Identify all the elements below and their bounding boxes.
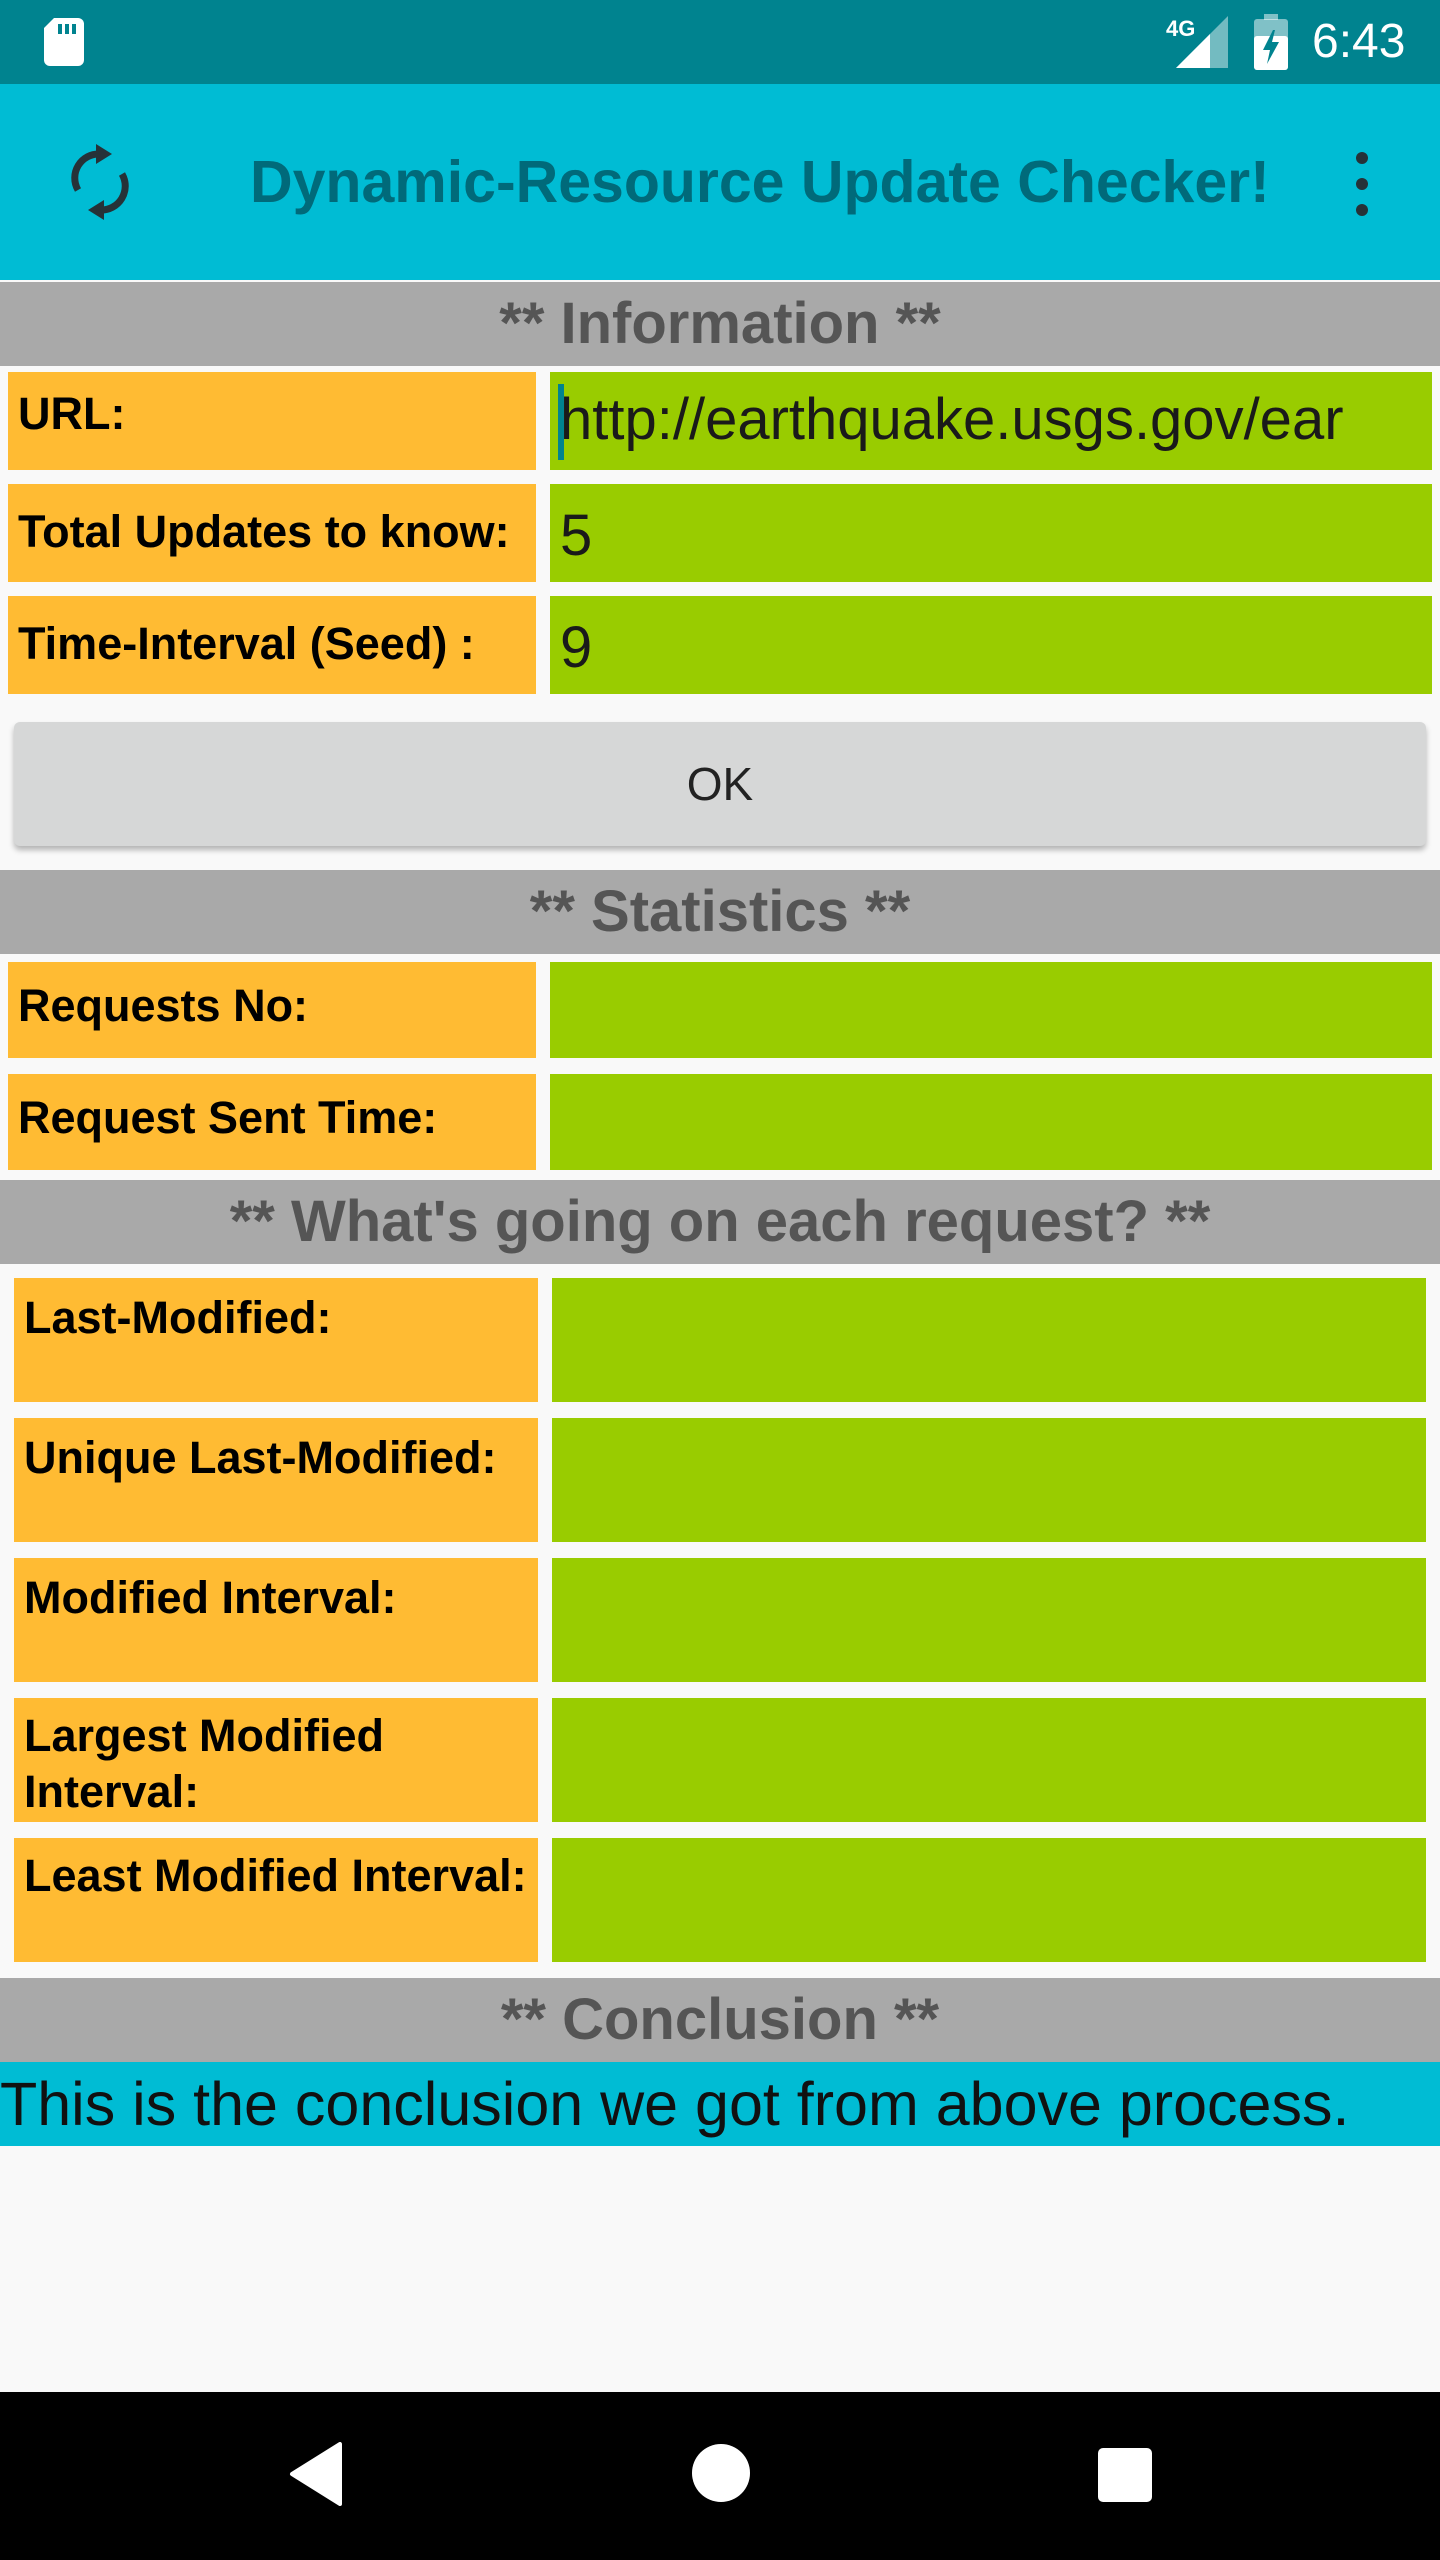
modified-interval-label: Modified Interval: — [14, 1558, 538, 1682]
least-modified-interval-value — [552, 1838, 1426, 1962]
largest-modified-interval-label: Largest Modified Interval: — [14, 1698, 538, 1822]
each-request-header: ** What's going on each request? ** — [0, 1180, 1440, 1264]
url-input[interactable]: http://earthquake.usgs.gov/ear — [550, 372, 1432, 470]
requests-no-label: Requests No: — [8, 962, 536, 1058]
total-updates-input[interactable]: 5 — [550, 484, 1432, 582]
sd-card-icon — [44, 18, 84, 66]
more-options-button[interactable] — [1330, 144, 1394, 224]
app-bar: Dynamic-Resource Update Checker! — [0, 84, 1440, 280]
url-label: URL: — [8, 372, 536, 470]
more-vert-icon — [1356, 152, 1368, 164]
home-icon[interactable] — [692, 2444, 750, 2502]
request-sent-time-label: Request Sent Time: — [8, 1074, 536, 1170]
conclusion-text: This is the conclusion we got from above… — [0, 2062, 1440, 2146]
back-icon[interactable] — [288, 2442, 344, 2506]
navigation-bar — [0, 2392, 1440, 2560]
request-sent-time-value — [550, 1074, 1432, 1170]
status-bar: 4G 6:43 — [0, 0, 1440, 84]
last-modified-label: Last-Modified: — [14, 1278, 538, 1402]
total-updates-value: 5 — [560, 503, 593, 568]
time-interval-value: 9 — [560, 615, 593, 680]
refresh-icon — [71, 144, 129, 220]
total-updates-label: Total Updates to know: — [8, 484, 536, 582]
clock: 6:43 — [1312, 15, 1406, 68]
time-interval-label: Time-Interval (Seed) : — [8, 596, 536, 694]
recents-icon[interactable] — [1098, 2448, 1152, 2502]
app-title: Dynamic-Resource Update Checker! — [250, 149, 1270, 215]
least-modified-interval-label: Least Modified Interval: — [14, 1838, 538, 1962]
statistics-header: ** Statistics ** — [0, 870, 1440, 954]
url-value: http://earthquake.usgs.gov/ear — [560, 387, 1344, 452]
ok-button[interactable]: OK — [14, 722, 1426, 846]
largest-modified-interval-value — [552, 1698, 1426, 1822]
unique-last-modified-label: Unique Last-Modified: — [14, 1418, 538, 1542]
modified-interval-value — [552, 1558, 1426, 1682]
requests-no-value — [550, 962, 1432, 1058]
unique-last-modified-value — [552, 1418, 1426, 1542]
conclusion-header: ** Conclusion ** — [0, 1978, 1440, 2062]
text-cursor — [558, 384, 564, 460]
battery-charging-icon — [1254, 14, 1288, 70]
last-modified-value — [552, 1278, 1426, 1402]
network-type: 4G — [1166, 16, 1196, 41]
information-header: ** Information ** — [0, 282, 1440, 366]
refresh-button[interactable] — [56, 138, 144, 226]
time-interval-input[interactable]: 9 — [550, 596, 1432, 694]
